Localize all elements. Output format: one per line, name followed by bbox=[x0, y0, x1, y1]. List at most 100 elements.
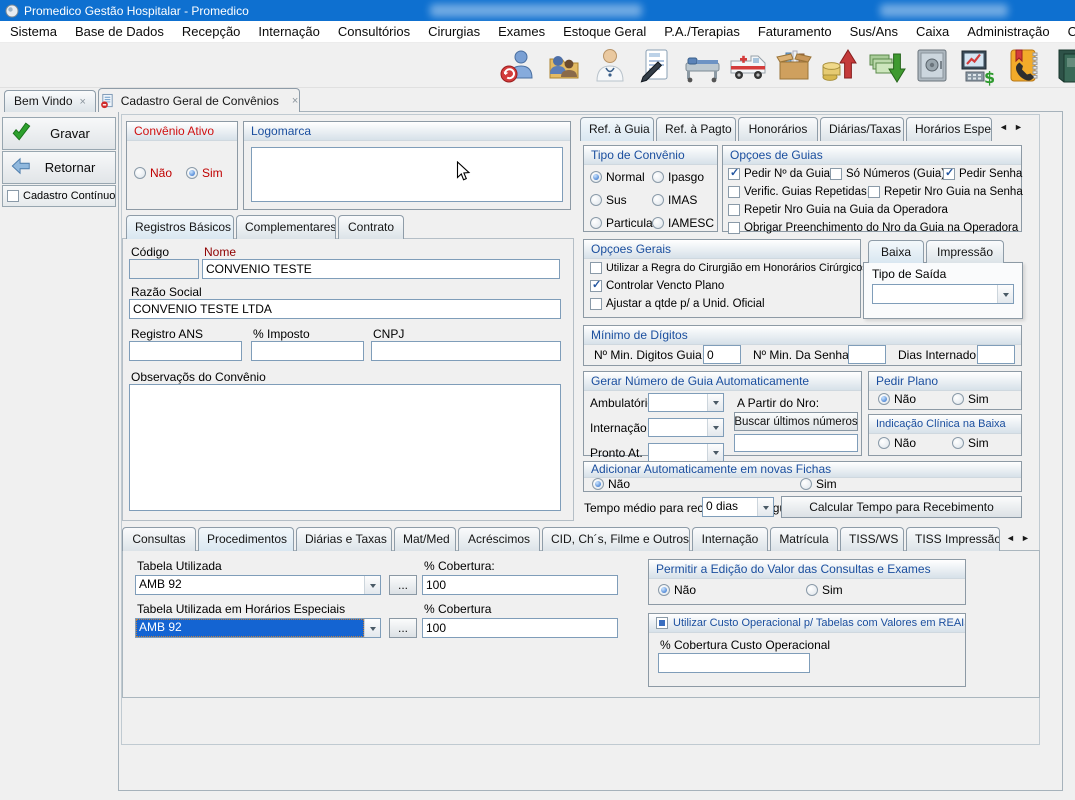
obrigar-preenchimento-checkbox[interactable]: Obrigar Preenchimento do Nro da Guia na … bbox=[728, 222, 1018, 234]
tipo-imas-radio[interactable]: IMAS bbox=[652, 193, 697, 207]
tempo-medio-select[interactable]: 0 dias bbox=[702, 497, 774, 517]
tab-cadastro-geral-convenios[interactable]: Cadastro Geral de Convênios × bbox=[98, 88, 300, 112]
tab-baixa[interactable]: Baixa bbox=[868, 240, 924, 263]
hospital-bed-icon[interactable] bbox=[682, 46, 722, 86]
tabela-browse-button[interactable]: ... bbox=[389, 575, 417, 595]
cobertura1-field[interactable] bbox=[422, 575, 618, 595]
tab-tiss-ws[interactable]: TISS/WS bbox=[840, 527, 904, 551]
tabela-horarios-especiais-select[interactable]: AMB 92 bbox=[135, 618, 381, 638]
safe-icon[interactable] bbox=[912, 46, 952, 86]
patient-sync-icon[interactable] bbox=[498, 46, 538, 86]
tab-consultas[interactable]: Consultas bbox=[122, 527, 196, 551]
menu-internacao[interactable]: Internação bbox=[249, 24, 328, 39]
controlar-vencto-checkbox[interactable]: Controlar Vencto Plano bbox=[590, 280, 724, 292]
tab-tiss-impressao[interactable]: TISS Impressão bbox=[906, 527, 1000, 551]
menu-consultorios[interactable]: Consultórios bbox=[329, 24, 419, 39]
cash-up-arrow-icon[interactable] bbox=[820, 46, 860, 86]
convenio-ativo-sim-radio[interactable]: Sim bbox=[186, 166, 223, 180]
so-numeros-checkbox[interactable]: Só Números (Guia) bbox=[830, 168, 945, 180]
tab-close-icon[interactable]: × bbox=[292, 90, 298, 112]
tab-mat-med[interactable]: Mat/Med bbox=[394, 527, 456, 551]
billing-terminal-icon[interactable]: $ bbox=[958, 46, 998, 86]
pedir-senha-checkbox[interactable]: Pedir Senha bbox=[943, 168, 1022, 180]
adicionar-nao-radio[interactable]: Não bbox=[592, 477, 630, 491]
permitir-sim-radio[interactable]: Sim bbox=[806, 583, 843, 597]
tab-honorarios[interactable]: Honorários bbox=[738, 117, 818, 141]
ambulatorio-select[interactable] bbox=[648, 393, 724, 412]
tipo-normal-radio[interactable]: Normal bbox=[590, 170, 645, 184]
tab-ref-a-guia[interactable]: Ref. à Guia bbox=[580, 117, 654, 141]
tipo-saida-select[interactable] bbox=[872, 284, 1014, 304]
tabela-esp-browse-button[interactable]: ... bbox=[389, 618, 417, 638]
tab-scroll-left-icon[interactable]: ◄ bbox=[1006, 533, 1015, 543]
tipo-particular-radio[interactable]: Particular bbox=[590, 216, 657, 230]
tab-internacao-bottom[interactable]: Internação bbox=[692, 527, 768, 551]
menu-exames[interactable]: Exames bbox=[489, 24, 554, 39]
tab-scroll-left-icon[interactable]: ◄ bbox=[999, 122, 1008, 132]
menu-pa-terapias[interactable]: P.A./Terapias bbox=[655, 24, 749, 39]
tab-matricula[interactable]: Matrícula bbox=[770, 527, 838, 551]
menu-sus-ans[interactable]: Sus/Ans bbox=[841, 24, 907, 39]
dias-internado-field[interactable] bbox=[977, 345, 1015, 364]
custo-operacional-checkbox[interactable] bbox=[656, 617, 668, 629]
regra-cirurgiao-checkbox[interactable]: Utilizar a Regra do Cirurgião em Honorár… bbox=[590, 262, 868, 274]
min-digitos-guia-field[interactable] bbox=[703, 345, 741, 364]
stock-supplies-icon[interactable] bbox=[774, 46, 814, 86]
adicionar-sim-radio[interactable]: Sim bbox=[800, 477, 837, 491]
tabela-utilizada-select[interactable]: AMB 92 bbox=[135, 575, 381, 595]
menu-caixa[interactable]: Caixa bbox=[907, 24, 958, 39]
cobertura-custo-field[interactable] bbox=[658, 653, 810, 673]
registro-ans-field[interactable] bbox=[129, 341, 242, 361]
pedir-guia-checkbox[interactable]: Pedir Nº da Guia bbox=[728, 168, 830, 180]
buscar-ultimos-numeros-button[interactable]: Buscar últimos números bbox=[734, 412, 858, 431]
pedir-plano-nao-radio[interactable]: Não bbox=[878, 392, 916, 406]
menu-recepcao[interactable]: Recepção bbox=[173, 24, 250, 39]
convenio-ativo-nao-radio[interactable]: Não bbox=[134, 166, 172, 180]
tab-scroll-right-icon[interactable]: ► bbox=[1021, 533, 1030, 543]
observacoes-field[interactable] bbox=[129, 384, 561, 511]
calcular-tempo-button[interactable]: Calcular Tempo para Recebimento bbox=[781, 496, 1022, 518]
razao-social-field[interactable] bbox=[129, 299, 561, 319]
return-button[interactable]: Retornar bbox=[2, 151, 116, 184]
doctor-icon[interactable] bbox=[590, 46, 630, 86]
tipo-ipasgo-radio[interactable]: Ipasgo bbox=[652, 170, 704, 184]
menu-custo[interactable]: Custo bbox=[1059, 24, 1075, 39]
logomarca-image-box[interactable] bbox=[251, 147, 563, 202]
tab-procedimentos[interactable]: Procedimentos bbox=[198, 527, 294, 551]
ambulance-icon[interactable] bbox=[728, 46, 768, 86]
menu-cirurgias[interactable]: Cirurgias bbox=[419, 24, 489, 39]
tab-diarias-taxas[interactable]: Diárias/Taxas bbox=[820, 117, 904, 141]
verific-guias-checkbox[interactable]: Verific. Guias Repetidas bbox=[728, 186, 867, 198]
cobertura2-field[interactable] bbox=[422, 618, 618, 638]
tab-acrescimos[interactable]: Acréscimos bbox=[458, 527, 540, 551]
reception-folder-icon[interactable] bbox=[544, 46, 584, 86]
continuous-registration-checkbox[interactable]: Cadastro Contínuo bbox=[2, 185, 116, 207]
menu-estoque-geral[interactable]: Estoque Geral bbox=[554, 24, 655, 39]
pedir-plano-sim-radio[interactable]: Sim bbox=[952, 392, 989, 406]
menu-sistema[interactable]: Sistema bbox=[1, 24, 66, 39]
ledger-book-icon[interactable] bbox=[1050, 46, 1075, 86]
tab-cid-chs-filme-outros[interactable]: CID, Ch´s, Filme e Outros bbox=[542, 527, 690, 551]
imposto-field[interactable] bbox=[251, 341, 364, 361]
permitir-nao-radio[interactable]: Não bbox=[658, 583, 696, 597]
repetir-operadora-checkbox[interactable]: Repetir Nro Guia na Guia da Operadora bbox=[728, 204, 948, 216]
min-senha-field[interactable] bbox=[848, 345, 886, 364]
tab-scroll-right-icon[interactable]: ► bbox=[1014, 122, 1023, 132]
ajustar-qtde-checkbox[interactable]: Ajustar a qtde p/ a Unid. Oficial bbox=[590, 298, 765, 310]
tab-horarios-especiais[interactable]: Horários Especia bbox=[906, 117, 992, 141]
phone-directory-icon[interactable] bbox=[1004, 46, 1044, 86]
tab-registros-basicos[interactable]: Registros Básicos bbox=[126, 215, 234, 239]
tab-complementares[interactable]: Complementares bbox=[236, 215, 336, 239]
tipo-iamesc-radio[interactable]: IAMESC bbox=[652, 216, 714, 230]
tab-ref-a-pagto[interactable]: Ref. à Pagto bbox=[656, 117, 736, 141]
indicacao-sim-radio[interactable]: Sim bbox=[952, 436, 989, 450]
internacao-select[interactable] bbox=[648, 418, 724, 437]
cash-down-arrow-icon[interactable] bbox=[866, 46, 906, 86]
tab-bem-vindo[interactable]: Bem Vindo× bbox=[4, 90, 96, 112]
menu-administracao[interactable]: Administração bbox=[958, 24, 1058, 39]
tab-close-icon[interactable]: × bbox=[80, 96, 86, 108]
nome-field[interactable] bbox=[202, 259, 560, 279]
contract-icon[interactable] bbox=[636, 46, 676, 86]
tab-diarias-e-taxas[interactable]: Diárias e Taxas bbox=[296, 527, 392, 551]
tipo-sus-radio[interactable]: Sus bbox=[590, 193, 627, 207]
